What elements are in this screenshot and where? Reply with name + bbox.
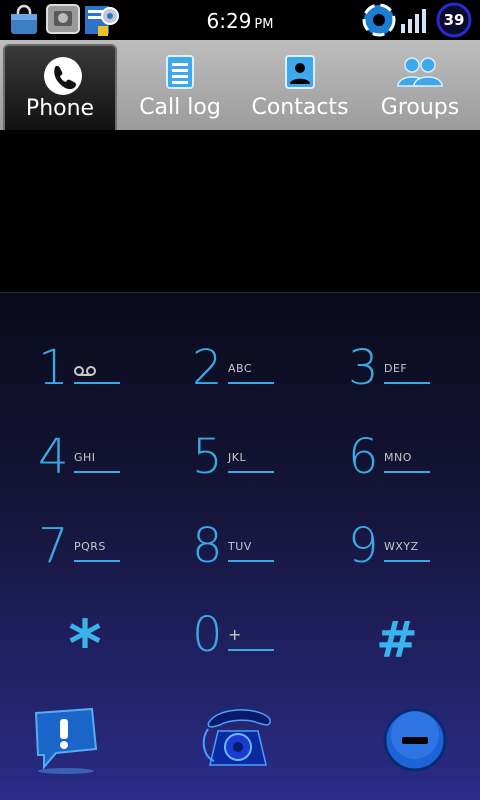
key-digit: 9	[348, 518, 379, 574]
signal-strength-icon	[400, 6, 432, 38]
key-letters: GHI	[74, 451, 96, 464]
key-underline	[228, 471, 274, 473]
key-4[interactable]: 4 GHI	[38, 427, 168, 497]
key-letters: ABC	[228, 362, 253, 375]
tab-contacts[interactable]: Contacts	[240, 40, 360, 130]
contacts-icon	[282, 54, 318, 90]
battery-level: 39	[443, 11, 465, 29]
key-digit: #	[376, 611, 418, 669]
tab-label: Phone	[25, 96, 95, 121]
dial-phone-icon	[202, 709, 271, 766]
key-underline	[74, 560, 120, 562]
voicemail-alert-button[interactable]	[30, 705, 102, 777]
key-underline	[384, 471, 430, 473]
key-digit: 2	[192, 340, 223, 396]
key-digit: 4	[38, 429, 69, 485]
clock-time: 6:29	[206, 9, 252, 33]
key-star[interactable]: *	[50, 605, 180, 682]
key-6[interactable]: 6 MNO	[348, 427, 478, 497]
key-7[interactable]: 7 PQRS	[38, 516, 168, 586]
call-log-icon	[162, 54, 198, 90]
key-underline	[228, 560, 274, 562]
key-underline	[228, 382, 274, 384]
voicemail-icon	[74, 362, 96, 381]
dial-call-button[interactable]	[200, 701, 276, 777]
key-underline	[228, 649, 274, 651]
tab-call-log[interactable]: Call log	[120, 40, 240, 130]
delete-button[interactable]	[380, 705, 450, 775]
phone-icon	[43, 56, 82, 95]
key-underline	[74, 471, 120, 473]
voicemail-alert-icon	[34, 707, 98, 774]
key-letters: DEF	[384, 362, 408, 375]
key-digit: 6	[348, 429, 379, 485]
key-letters: MNO	[384, 451, 412, 464]
key-letters: PQRS	[74, 540, 106, 553]
key-digit: 8	[192, 518, 223, 574]
tab-phone[interactable]: Phone	[3, 44, 117, 130]
key-5[interactable]: 5 JKL	[192, 427, 322, 497]
groups-icon	[396, 54, 444, 90]
key-digit: 7	[38, 518, 69, 574]
tab-label: Contacts	[251, 95, 349, 120]
key-underline	[74, 382, 120, 384]
tab-label: Groups	[380, 95, 460, 120]
key-3[interactable]: 3 DEF	[348, 338, 478, 408]
key-8[interactable]: 8 TUV	[192, 516, 322, 586]
key-1[interactable]: 1	[38, 338, 168, 408]
key-2[interactable]: 2 ABC	[192, 338, 322, 408]
key-letters: TUV	[228, 540, 252, 553]
key-digit: 1	[38, 340, 69, 396]
key-hash[interactable]: #	[362, 605, 480, 675]
dial-number-display[interactable]	[0, 130, 480, 293]
key-digit: 3	[348, 340, 379, 396]
key-underline	[384, 560, 430, 562]
key-digit: 5	[192, 429, 223, 485]
key-letters: WXYZ	[384, 540, 419, 553]
key-digit: *	[68, 608, 102, 682]
status-bar: 6:29 PM 39	[0, 0, 480, 40]
key-letters: +	[228, 625, 242, 644]
key-letters: JKL	[228, 451, 247, 464]
tab-groups[interactable]: Groups	[360, 40, 480, 130]
key-0[interactable]: 0 +	[192, 605, 322, 675]
dialpad: 1 2 ABC 3 DEF 4 GHI 5 JKL 6 MNO 7 PQRS 8…	[0, 293, 480, 800]
battery-icon: 39	[436, 2, 472, 38]
key-digit: 0	[192, 607, 223, 663]
key-9[interactable]: 9 WXYZ	[348, 516, 478, 586]
delete-icon	[383, 708, 447, 772]
sync-aperture-icon	[362, 3, 396, 41]
key-underline	[384, 382, 430, 384]
clock-ampm: PM	[254, 17, 274, 32]
tab-label: Call log	[139, 95, 221, 120]
tab-bar: Phone Call log Contacts Groups	[0, 40, 480, 130]
